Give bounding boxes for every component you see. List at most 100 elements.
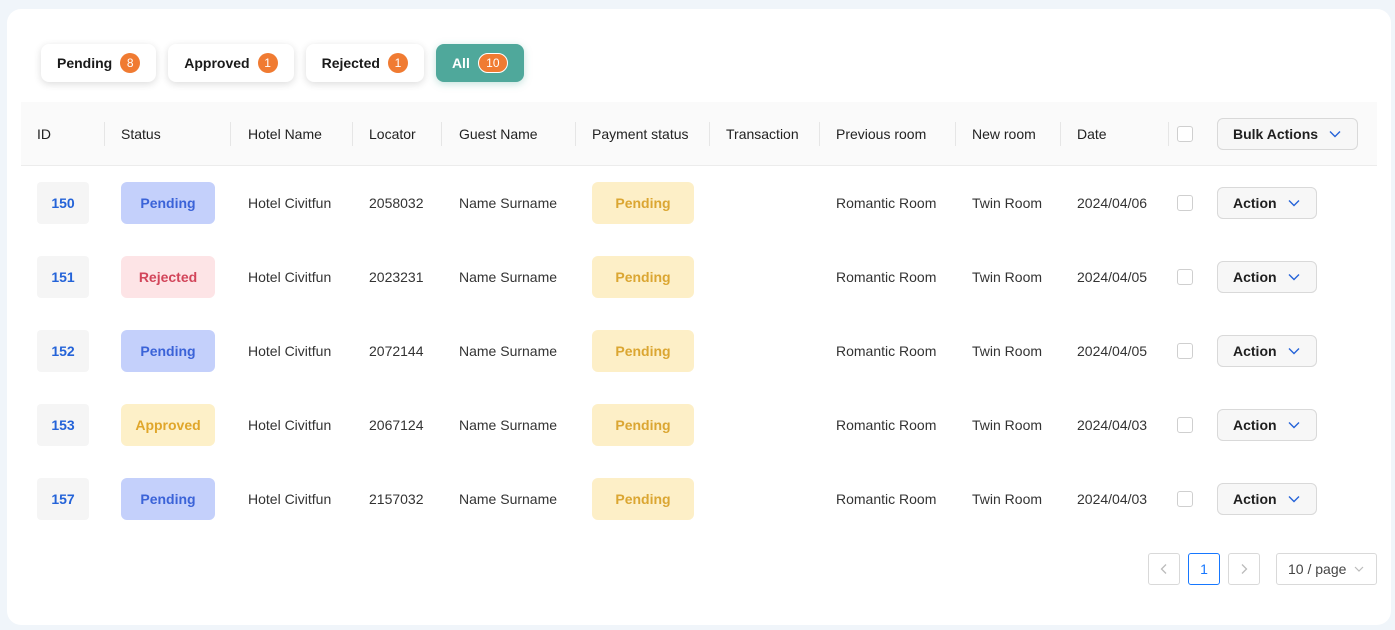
guest-name-cell: Name Surname	[459, 269, 558, 285]
new-room-cell: Twin Room	[972, 491, 1043, 507]
hotel-name-cell: Hotel Civitfun	[248, 491, 332, 507]
locator-cell: 2023231	[369, 269, 424, 285]
row-action-cell: Action	[1217, 240, 1317, 314]
page-button-1[interactable]: 1	[1188, 553, 1220, 585]
chevron-left-icon	[1160, 564, 1167, 574]
column-header-payment-status[interactable]: Payment status	[592, 102, 689, 166]
previous-room-cell: Romantic Room	[836, 269, 937, 285]
payment-status-badge: Pending	[592, 182, 694, 224]
status-cell: Pending	[121, 462, 215, 536]
column-header-id[interactable]: ID	[37, 102, 51, 166]
next-page-button[interactable]	[1228, 553, 1260, 585]
payment-status-badge: Pending	[592, 404, 694, 446]
new-room-cell: Twin Room	[972, 195, 1043, 211]
date-cell: 2024/04/03	[1077, 417, 1148, 433]
count-badge: 10	[477, 53, 508, 73]
row-action-cell: Action	[1217, 462, 1317, 536]
action-dropdown-button[interactable]: Action	[1217, 483, 1317, 515]
locator-cell: 2058032	[369, 195, 424, 211]
status-cell: Approved	[121, 388, 215, 462]
column-divider	[104, 122, 105, 146]
tab-all[interactable]: All 10	[435, 44, 524, 82]
row-action-cell: Action	[1217, 166, 1317, 240]
page-size-select[interactable]: 10 / page	[1276, 553, 1377, 585]
table-row: 153 Approved Hotel Civitfun 2067124 Name…	[21, 388, 1377, 462]
status-badge: Rejected	[121, 256, 215, 298]
previous-room-cell: Romantic Room	[836, 195, 937, 211]
payment-status-cell: Pending	[592, 240, 694, 314]
new-room-cell: Twin Room	[972, 269, 1043, 285]
chevron-down-icon	[1354, 566, 1364, 572]
tab-rejected[interactable]: Rejected 1	[305, 44, 424, 82]
requests-table: ID Status Hotel Name Locator Guest Name …	[21, 102, 1377, 536]
column-header-previous-room[interactable]: Previous room	[836, 102, 926, 166]
date-cell: 2024/04/05	[1077, 269, 1148, 285]
column-header-locator[interactable]: Locator	[369, 102, 416, 166]
status-cell: Rejected	[121, 240, 215, 314]
row-checkbox[interactable]	[1177, 343, 1193, 359]
column-divider	[955, 122, 956, 146]
tab-approved[interactable]: Approved 1	[168, 44, 294, 82]
request-id-link[interactable]: 157	[37, 478, 89, 520]
hotel-name-cell: Hotel Civitfun	[248, 269, 332, 285]
tab-pending[interactable]: Pending 8	[41, 44, 157, 82]
count-badge: 1	[257, 53, 278, 73]
prev-page-button[interactable]	[1148, 553, 1180, 585]
select-all-checkbox[interactable]	[1177, 126, 1193, 142]
column-divider	[352, 122, 353, 146]
bulk-actions-button[interactable]: Bulk Actions	[1217, 118, 1359, 150]
chevron-right-icon	[1241, 564, 1248, 574]
table-row: 157 Pending Hotel Civitfun 2157032 Name …	[21, 462, 1377, 536]
row-action-cell: Action	[1217, 388, 1317, 462]
table-body: 150 Pending Hotel Civitfun 2058032 Name …	[21, 166, 1377, 536]
count-badge: 8	[120, 53, 141, 73]
action-dropdown-button[interactable]: Action	[1217, 261, 1317, 293]
column-header-status[interactable]: Status	[121, 102, 161, 166]
payment-status-cell: Pending	[592, 314, 694, 388]
column-header-transaction[interactable]: Transaction	[726, 102, 799, 166]
column-divider	[1168, 122, 1169, 146]
request-id-link[interactable]: 151	[37, 256, 89, 298]
status-filter-tabs: Pending 8 Approved 1 Rejected 1 All 10	[41, 44, 524, 82]
date-cell: 2024/04/03	[1077, 491, 1148, 507]
column-divider	[709, 122, 710, 146]
hotel-name-cell: Hotel Civitfun	[248, 343, 332, 359]
locator-cell: 2157032	[369, 491, 424, 507]
column-divider	[1060, 122, 1061, 146]
id-cell: 157	[37, 462, 89, 536]
guest-name-cell: Name Surname	[459, 195, 558, 211]
column-header-hotel-name[interactable]: Hotel Name	[248, 102, 322, 166]
locator-cell: 2067124	[369, 417, 424, 433]
column-header-new-room[interactable]: New room	[972, 102, 1036, 166]
column-divider	[230, 122, 231, 146]
id-cell: 152	[37, 314, 89, 388]
bulk-actions-label: Bulk Actions	[1233, 126, 1319, 142]
row-checkbox[interactable]	[1177, 195, 1193, 211]
payment-status-badge: Pending	[592, 478, 694, 520]
request-id-link[interactable]: 150	[37, 182, 89, 224]
chevron-down-icon	[1288, 274, 1300, 281]
chevron-down-icon	[1288, 496, 1300, 503]
column-header-guest-name[interactable]: Guest Name	[459, 102, 538, 166]
request-id-link[interactable]: 152	[37, 330, 89, 372]
previous-room-cell: Romantic Room	[836, 343, 937, 359]
id-cell: 153	[37, 388, 89, 462]
payment-status-cell: Pending	[592, 462, 694, 536]
chevron-down-icon	[1288, 200, 1300, 207]
row-checkbox[interactable]	[1177, 491, 1193, 507]
action-dropdown-button[interactable]: Action	[1217, 409, 1317, 441]
table-row: 150 Pending Hotel Civitfun 2058032 Name …	[21, 166, 1377, 240]
payment-status-badge: Pending	[592, 330, 694, 372]
row-select-cell	[1177, 388, 1193, 462]
column-divider	[575, 122, 576, 146]
tab-label: Rejected	[321, 55, 380, 71]
status-badge: Approved	[121, 404, 215, 446]
request-id-link[interactable]: 153	[37, 404, 89, 446]
row-checkbox[interactable]	[1177, 269, 1193, 285]
row-select-cell	[1177, 314, 1193, 388]
action-dropdown-button[interactable]: Action	[1217, 187, 1317, 219]
row-checkbox[interactable]	[1177, 417, 1193, 433]
action-label: Action	[1233, 195, 1277, 211]
action-dropdown-button[interactable]: Action	[1217, 335, 1317, 367]
column-header-date[interactable]: Date	[1077, 102, 1107, 166]
